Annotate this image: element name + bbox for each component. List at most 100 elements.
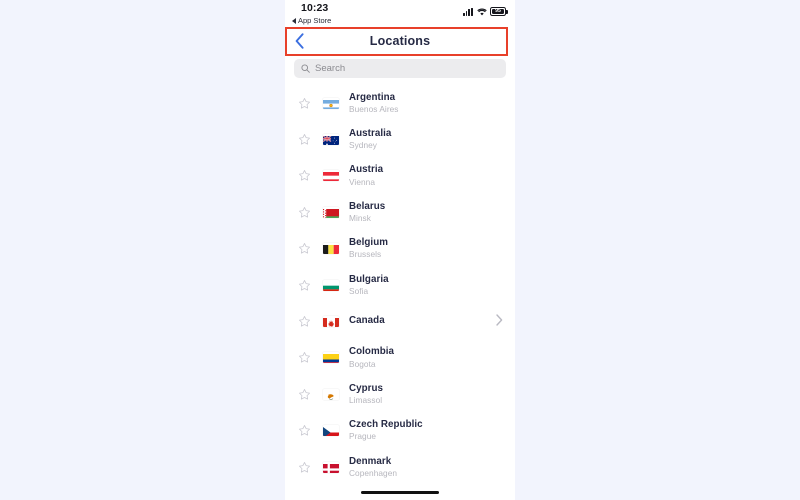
status-bar-time: 10:23 [301,2,329,14]
star-outline-icon [298,243,310,254]
country-flag-icon [323,243,339,255]
star-outline-icon [298,461,310,473]
city-label: Buenos Aires [349,103,399,114]
chevron-right-icon [496,313,503,326]
favorite-star-icon[interactable] [293,315,315,328]
search-icon [301,64,310,73]
city-label: Minsk [349,213,371,224]
country-label: Austria [349,164,384,176]
list-item[interactable]: Cyprus Limassol [285,376,515,412]
navigation-bar: Locations [285,26,515,56]
list-item[interactable]: Austria Vienna [285,158,515,194]
favorite-star-icon[interactable] [293,351,315,364]
search-container: Search [285,56,515,85]
city-label: Brussels [349,249,382,260]
country-flag-icon [323,134,339,146]
country-flag-icon [323,98,339,109]
star-outline-icon [298,170,310,182]
list-item-text: Denmark Copenhagen [349,456,397,479]
list-item-text: Colombia Bogota [349,346,394,369]
country-flag-icon [323,462,339,473]
star-outline-icon [298,206,310,218]
list-item[interactable]: Australia Sydney [285,121,515,157]
status-bar-back-to-app[interactable]: App Store [292,16,331,25]
country-label: Canada [349,315,385,327]
favorite-star-icon[interactable] [293,388,315,401]
country-label: Colombia [349,346,395,358]
favorite-star-icon[interactable] [293,97,315,110]
list-item-text: Belgium Brussels [349,237,388,260]
page-title: Locations [369,34,431,48]
country-flag-icon [323,389,339,400]
country-flag-icon [323,316,339,328]
star-outline-icon [298,352,310,363]
star-outline-icon [298,388,310,400]
signal-bars-icon [462,7,473,16]
favorite-star-icon[interactable] [293,169,315,182]
country-label: Bulgaria [349,273,389,285]
star-outline-icon [298,97,310,109]
country-label: Czech Republic [349,419,423,431]
country-flag-icon [323,207,339,218]
star-outline-icon [298,425,310,436]
search-input[interactable]: Search [294,59,506,78]
favorite-star-icon[interactable] [293,133,315,146]
star-outline-icon [298,134,310,145]
city-label: Prague [349,431,377,442]
home-indicator [361,490,439,494]
favorite-star-icon[interactable] [293,206,315,219]
screenshot-canvas: 10:23 App Store 95 Locations Search Arge… [0,0,800,500]
country-flag-icon [323,170,339,182]
triangle-left-icon [292,17,296,24]
locations-list: Argentina Buenos Aires Australia Sydney [285,85,515,486]
country-flag-icon [323,280,339,291]
city-label: Sydney [349,140,377,151]
favorite-star-icon[interactable] [293,242,315,255]
favorite-star-icon[interactable] [293,279,315,292]
list-item[interactable]: Belarus Minsk [285,194,515,230]
list-item-text: Austria Vienna [349,164,383,187]
list-item[interactable]: Argentina Buenos Aires [285,85,515,121]
country-label: Denmark [349,455,392,467]
city-label: Limassol [349,395,383,406]
list-item-text: Cyprus Limassol [349,383,383,406]
phone-screen: 10:23 App Store 95 Locations Search Arge… [285,0,515,500]
list-item[interactable]: Bulgaria Sofia [285,267,515,303]
country-label: Belgium [349,237,388,249]
list-item-text: Czech Republic Prague [349,419,423,442]
list-item-text: Argentina Buenos Aires [349,92,399,115]
star-outline-icon [298,279,310,291]
city-label: Bogota [349,358,376,369]
list-item[interactable]: Colombia Bogota [285,340,515,376]
favorite-star-icon[interactable] [293,461,315,474]
city-label: Sofia [349,285,369,296]
list-item-text: Belarus Minsk [349,201,385,224]
back-button[interactable] [292,32,306,50]
favorite-star-icon[interactable] [293,424,315,437]
star-outline-icon [298,316,310,327]
country-flag-icon [323,425,339,437]
search-placeholder: Search [315,62,346,74]
wifi-icon [476,7,487,16]
battery-icon: 95 [490,7,508,16]
chevron-left-icon [295,33,304,49]
list-item[interactable]: Denmark Copenhagen [285,449,515,485]
back-app-label: App Store [298,16,332,25]
disclosure-chevron-icon[interactable] [496,313,503,331]
list-item[interactable]: Czech Republic Prague [285,413,515,449]
country-label: Cyprus [349,382,384,394]
status-bar-indicators: 95 [462,7,508,16]
city-label: Vienna [349,176,375,187]
battery-level-label: 95 [495,7,501,14]
country-label: Belarus [349,200,386,212]
status-bar: 10:23 App Store 95 [285,0,515,26]
list-item-text: Bulgaria Sofia [349,274,389,297]
country-label: Australia [349,128,392,140]
list-item[interactable]: Canada [285,303,515,339]
country-label: Argentina [349,91,396,103]
country-flag-icon [323,352,339,364]
city-label: Copenhagen [349,467,398,478]
list-item-text: Canada [349,315,385,327]
list-item[interactable]: Belgium Brussels [285,231,515,267]
list-item-text: Australia Sydney [349,128,391,151]
